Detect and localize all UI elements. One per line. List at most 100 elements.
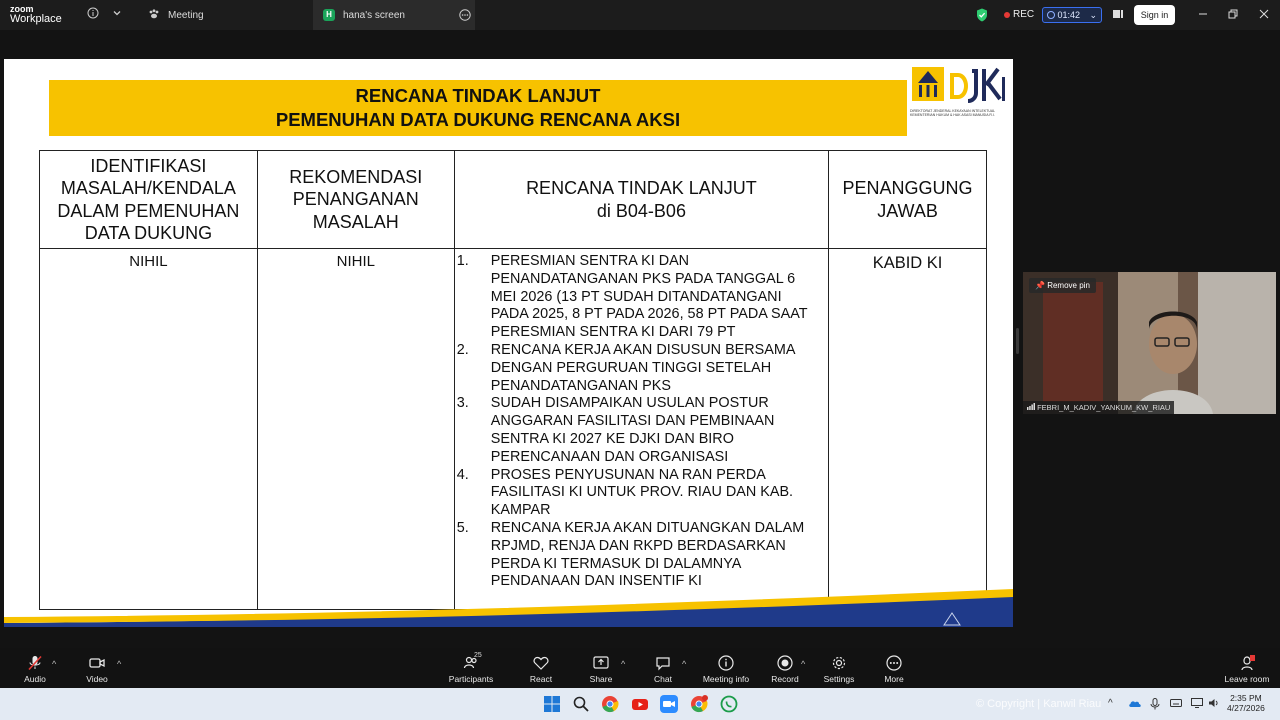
shared-screen-slide: RENCANA TINDAK LANJUT PEMENUHAN DATA DUK… bbox=[4, 59, 1013, 627]
plan-item-5: 5. RENCANA KERJA AKAN DITUANGKAN DALAM R… bbox=[457, 520, 820, 591]
recording-indicator[interactable]: REC bbox=[1004, 9, 1034, 20]
plan-item-4: 4. PROSES PENYUSUNAN NA RAN PERDA FASILI… bbox=[457, 467, 820, 520]
plan-item-text: RENCANA KERJA AKAN DITUANGKAN DALAM RPJM… bbox=[490, 519, 805, 590]
search-icon[interactable] bbox=[572, 695, 590, 713]
action-plan-table: IDENTIFIKASI MASALAH/KENDALA DALAM PEMEN… bbox=[39, 150, 987, 610]
plan-item-number: 4. bbox=[456, 466, 469, 483]
sign-in-button[interactable]: Sign in bbox=[1134, 5, 1175, 25]
shield-icon[interactable] bbox=[976, 8, 988, 25]
video-camera-icon bbox=[89, 658, 105, 668]
rec-label: REC bbox=[1013, 9, 1035, 20]
youtube-icon[interactable] bbox=[631, 695, 649, 713]
video-options-caret-icon[interactable]: ^ bbox=[117, 659, 121, 669]
header-col1-text: IDENTIFIKASI MASALAH/KENDALA DALAM PEMEN… bbox=[57, 155, 240, 244]
pin-icon: 📌 bbox=[1035, 281, 1045, 290]
audio-button[interactable]: Audio bbox=[20, 654, 50, 684]
header-identifikasi: IDENTIFIKASI MASALAH/KENDALA DALAM PEMEN… bbox=[39, 150, 258, 249]
djki-logo: DIREKTORAT JENDERAL KEKAYAAN INTELEKTUAL… bbox=[910, 63, 1006, 121]
signal-bars-icon bbox=[1027, 403, 1037, 412]
record-dot-icon bbox=[1004, 11, 1010, 18]
tab-meeting[interactable]: Meeting bbox=[138, 0, 313, 30]
title-bar: zoom Workplace Meeting H hana's screen R… bbox=[0, 0, 1280, 30]
plan-item-2: 2. RENCANA KERJA AKAN DISUSUN BERSAMA DE… bbox=[457, 342, 820, 395]
tray-chevron-icon[interactable]: ^ bbox=[1108, 698, 1113, 709]
slide-title-line1: RENCANA TINDAK LANJUT bbox=[355, 85, 601, 106]
mic-muted-icon bbox=[28, 655, 42, 671]
leave-room-button[interactable]: Leave room bbox=[1224, 654, 1270, 684]
plan-item-number: 2. bbox=[456, 341, 469, 358]
close-icon[interactable] bbox=[1257, 8, 1271, 22]
plan-item-number: 5. bbox=[456, 519, 469, 536]
audio-label: Audio bbox=[24, 674, 46, 684]
zoom-logo: zoom Workplace bbox=[10, 4, 62, 25]
minimize-icon[interactable] bbox=[1196, 8, 1210, 22]
meeting-controls: Audio ^ Video ^ 25 Participants React Sh… bbox=[0, 648, 1280, 688]
chrome-icon[interactable] bbox=[601, 695, 619, 713]
participant-video[interactable]: 📌 Remove pin FEBRI_M_KADIV_YANKUM_KW_RIA… bbox=[1023, 272, 1276, 414]
header-col4-text: PENANGGUNG JAWAB bbox=[842, 178, 973, 221]
participant-name: FEBRI_M_KADIV_YANKUM_KW_RIAU bbox=[1037, 403, 1171, 412]
share-options-caret-icon[interactable]: ^ bbox=[621, 659, 625, 669]
chrome-profile-icon[interactable] bbox=[690, 695, 708, 713]
timer-value: 01:42 bbox=[1057, 10, 1081, 20]
zoom-window: zoom Workplace Meeting H hana's screen R… bbox=[0, 0, 1280, 720]
tab-screen-share-label: hana's screen bbox=[343, 9, 405, 21]
restore-icon[interactable] bbox=[1226, 8, 1240, 22]
clock-time: 2:35 PM bbox=[1230, 693, 1262, 703]
video-button[interactable]: Video bbox=[82, 654, 112, 684]
video-label: Video bbox=[86, 674, 108, 684]
logo-line2: Workplace bbox=[10, 13, 62, 25]
slide-footer-wave bbox=[4, 589, 1013, 627]
plan-item-1: 1. PERESMIAN SENTRA KI DAN PENANDATANGAN… bbox=[457, 253, 820, 342]
windows-start-icon[interactable] bbox=[543, 695, 561, 713]
record-button[interactable]: Record bbox=[770, 654, 800, 684]
share-button[interactable]: Share bbox=[586, 654, 616, 684]
system-clock[interactable]: 2:35 PM 4/27/2026 bbox=[1227, 693, 1265, 713]
meeting-info-button[interactable]: Meeting info bbox=[700, 654, 752, 684]
header-rencana: RENCANA TINDAK LANJUT di B04-B06 bbox=[453, 150, 830, 249]
settings-label: Settings bbox=[823, 674, 855, 684]
remove-pin-button[interactable]: 📌 Remove pin bbox=[1029, 278, 1096, 293]
tab-screen-share[interactable]: H hana's screen bbox=[313, 0, 475, 30]
chat-label: Chat bbox=[654, 674, 672, 684]
remove-pin-label: Remove pin bbox=[1047, 281, 1090, 290]
settings-button[interactable]: Settings bbox=[822, 654, 856, 684]
react-button[interactable]: React bbox=[526, 654, 556, 684]
more-button[interactable]: More bbox=[879, 654, 909, 684]
zoom-app-icon[interactable] bbox=[660, 695, 678, 713]
djki-caption: DIREKTORAT JENDERAL KEKAYAAN INTELEKTUAL… bbox=[910, 109, 995, 117]
onedrive-icon[interactable] bbox=[1128, 698, 1142, 711]
djki-emblem-icon bbox=[912, 67, 1005, 103]
chat-bubble-icon bbox=[656, 657, 670, 671]
header-col3-line1: RENCANA TINDAK LANJUT bbox=[526, 178, 757, 198]
window-mode-icon[interactable] bbox=[1112, 8, 1124, 23]
volume-icon[interactable] bbox=[1208, 698, 1220, 711]
plan-item-number: 1. bbox=[456, 253, 469, 269]
share-screen-icon bbox=[593, 656, 609, 669]
participants-button[interactable]: 25 Participants bbox=[448, 652, 494, 684]
tab-meeting-label: Meeting bbox=[168, 9, 204, 21]
microphone-icon[interactable] bbox=[1150, 698, 1160, 713]
chevron-down-icon[interactable] bbox=[110, 7, 124, 21]
timer-chevron-icon[interactable]: ⌄ bbox=[1089, 8, 1097, 22]
participants-label: Participants bbox=[448, 674, 494, 684]
more-options-icon[interactable] bbox=[459, 9, 471, 24]
meeting-info-label: Meeting info bbox=[702, 674, 750, 684]
header-col3-line2: di B04-B06 bbox=[596, 200, 686, 221]
slide-title-line2: PEMENUHAN DATA DUKUNG RENCANA AKSI bbox=[275, 109, 681, 130]
panel-resize-handle[interactable] bbox=[1016, 328, 1019, 354]
whatsapp-icon[interactable] bbox=[720, 695, 738, 713]
network-icon[interactable] bbox=[1191, 698, 1203, 711]
more-dots-icon bbox=[886, 655, 902, 671]
keyboard-icon[interactable] bbox=[1170, 698, 1182, 711]
leave-room-label: Leave room bbox=[1224, 674, 1270, 684]
chat-options-caret-icon[interactable]: ^ bbox=[682, 659, 686, 669]
audio-options-caret-icon[interactable]: ^ bbox=[52, 659, 56, 669]
chat-button[interactable]: Chat bbox=[648, 654, 678, 684]
plan-item-text: RENCANA KERJA AKAN DISUSUN BERSAMA DENGA… bbox=[490, 341, 795, 394]
record-options-caret-icon[interactable]: ^ bbox=[801, 659, 805, 669]
plan-item-text: SUDAH DISAMPAIKAN USULAN POSTUR ANGGARAN… bbox=[490, 395, 775, 465]
info-icon[interactable] bbox=[86, 7, 100, 21]
recording-timer[interactable]: 01:42 ⌄ bbox=[1042, 7, 1102, 23]
clock-date: 4/27/2026 bbox=[1227, 703, 1265, 713]
